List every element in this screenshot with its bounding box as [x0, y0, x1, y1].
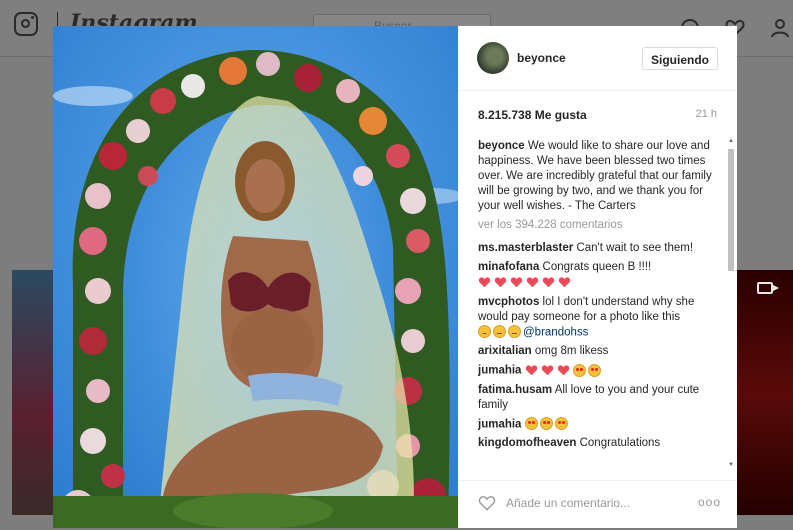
view-all-comments-link[interactable]: ver los 394.228 comentarios [478, 218, 722, 233]
comment-username[interactable]: mvcphotos [478, 296, 539, 308]
comment-row: fatima.husam All love to you and your cu… [478, 383, 722, 413]
emoji-group [478, 325, 523, 340]
sad-face-emoji-icon [478, 325, 491, 338]
red-heart-emoji-icon [510, 277, 523, 288]
red-heart-emoji-icon [525, 365, 537, 376]
neutral-face-emoji-icon [508, 325, 521, 338]
emoji-group [478, 275, 574, 290]
caption: beyonce We would like to share our love … [478, 139, 722, 214]
more-options-button[interactable]: ooo [698, 494, 720, 510]
profile-icon [771, 19, 789, 38]
scroll-down-arrow-icon[interactable]: ▼ [727, 461, 735, 469]
comments-list: beyonce We would like to share our love … [478, 139, 722, 471]
comment-username[interactable]: jumahia [478, 418, 521, 430]
add-comment-input[interactable] [506, 492, 681, 514]
comments-scrollbar[interactable]: ▲ ▼ [727, 137, 735, 469]
video-icon [757, 282, 779, 294]
comment-text: omg 8m likess [534, 345, 609, 358]
post-header: beyonce Siguiendo [458, 26, 737, 91]
comment-text: Can't wait to see them! [576, 242, 694, 254]
like-heart-icon[interactable] [478, 495, 496, 511]
comment-username[interactable]: ms.masterblaster [478, 242, 573, 254]
post-time[interactable]: 21 h [696, 108, 717, 120]
post-photo[interactable] [53, 26, 458, 528]
comment-username[interactable]: minafofana [478, 261, 539, 273]
post-sidebar: beyonce Siguiendo 8.215.738 Me gusta 21 … [458, 26, 737, 528]
heart-eyes-emoji-icon [587, 363, 601, 377]
red-heart-emoji-icon [494, 277, 507, 288]
heart-eyes-emoji-icon [539, 417, 553, 431]
comment-username[interactable]: fatima.husam [478, 384, 552, 396]
heart-eyes-emoji-icon [572, 363, 586, 377]
following-button[interactable]: Siguiendo [642, 47, 718, 70]
heart-eyes-emoji-icon [554, 417, 568, 431]
comment-text: Congrats queen B !!!! [542, 261, 652, 273]
comment-username[interactable]: kingdomofheaven [478, 437, 576, 449]
neutral-face-emoji-icon [493, 325, 506, 338]
comment-row: ms.masterblaster Can't wait to see them! [478, 241, 722, 256]
post-modal: beyonce Siguiendo 8.215.738 Me gusta 21 … [53, 26, 737, 528]
mention-link[interactable]: @brandohss [523, 326, 588, 338]
comment-username[interactable]: arixitalian [478, 345, 532, 357]
add-comment-row: ooo [458, 480, 737, 529]
emoji-group [524, 417, 570, 432]
red-heart-emoji-icon [541, 365, 553, 376]
heart-eyes-emoji-icon [524, 417, 538, 431]
comment-text: Congratulations [579, 437, 661, 450]
comment-username[interactable]: jumahia [478, 365, 521, 377]
scrollbar-thumb[interactable] [728, 149, 734, 271]
background-thumbnail-right [737, 270, 793, 515]
avatar[interactable] [477, 42, 509, 74]
author-username[interactable]: beyonce [517, 51, 566, 65]
red-heart-emoji-icon [478, 277, 491, 288]
comment-row: kingdomofheaven Congratulations [478, 436, 722, 451]
red-heart-emoji-icon [542, 277, 555, 288]
background-thumbnail-left [12, 270, 54, 515]
red-heart-emoji-icon [526, 277, 539, 288]
caption-username[interactable]: beyonce [478, 140, 525, 152]
comment-row: mvcphotos lol I don't understand why she… [478, 295, 722, 341]
comment-row: arixitalian omg 8m likess [478, 344, 722, 359]
comment-row: jumahia [478, 363, 722, 379]
red-heart-emoji-icon [557, 365, 569, 376]
post-image [53, 26, 458, 528]
red-heart-emoji-icon [558, 277, 571, 288]
comment-row: minafofana Congrats queen B !!!! [478, 260, 722, 291]
emoji-group [525, 363, 603, 378]
instagram-camera-icon [14, 12, 38, 36]
likes-count[interactable]: 8.215.738 Me gusta [478, 108, 587, 122]
comment-row: jumahia [478, 417, 722, 433]
scroll-up-arrow-icon[interactable]: ▲ [727, 137, 735, 145]
